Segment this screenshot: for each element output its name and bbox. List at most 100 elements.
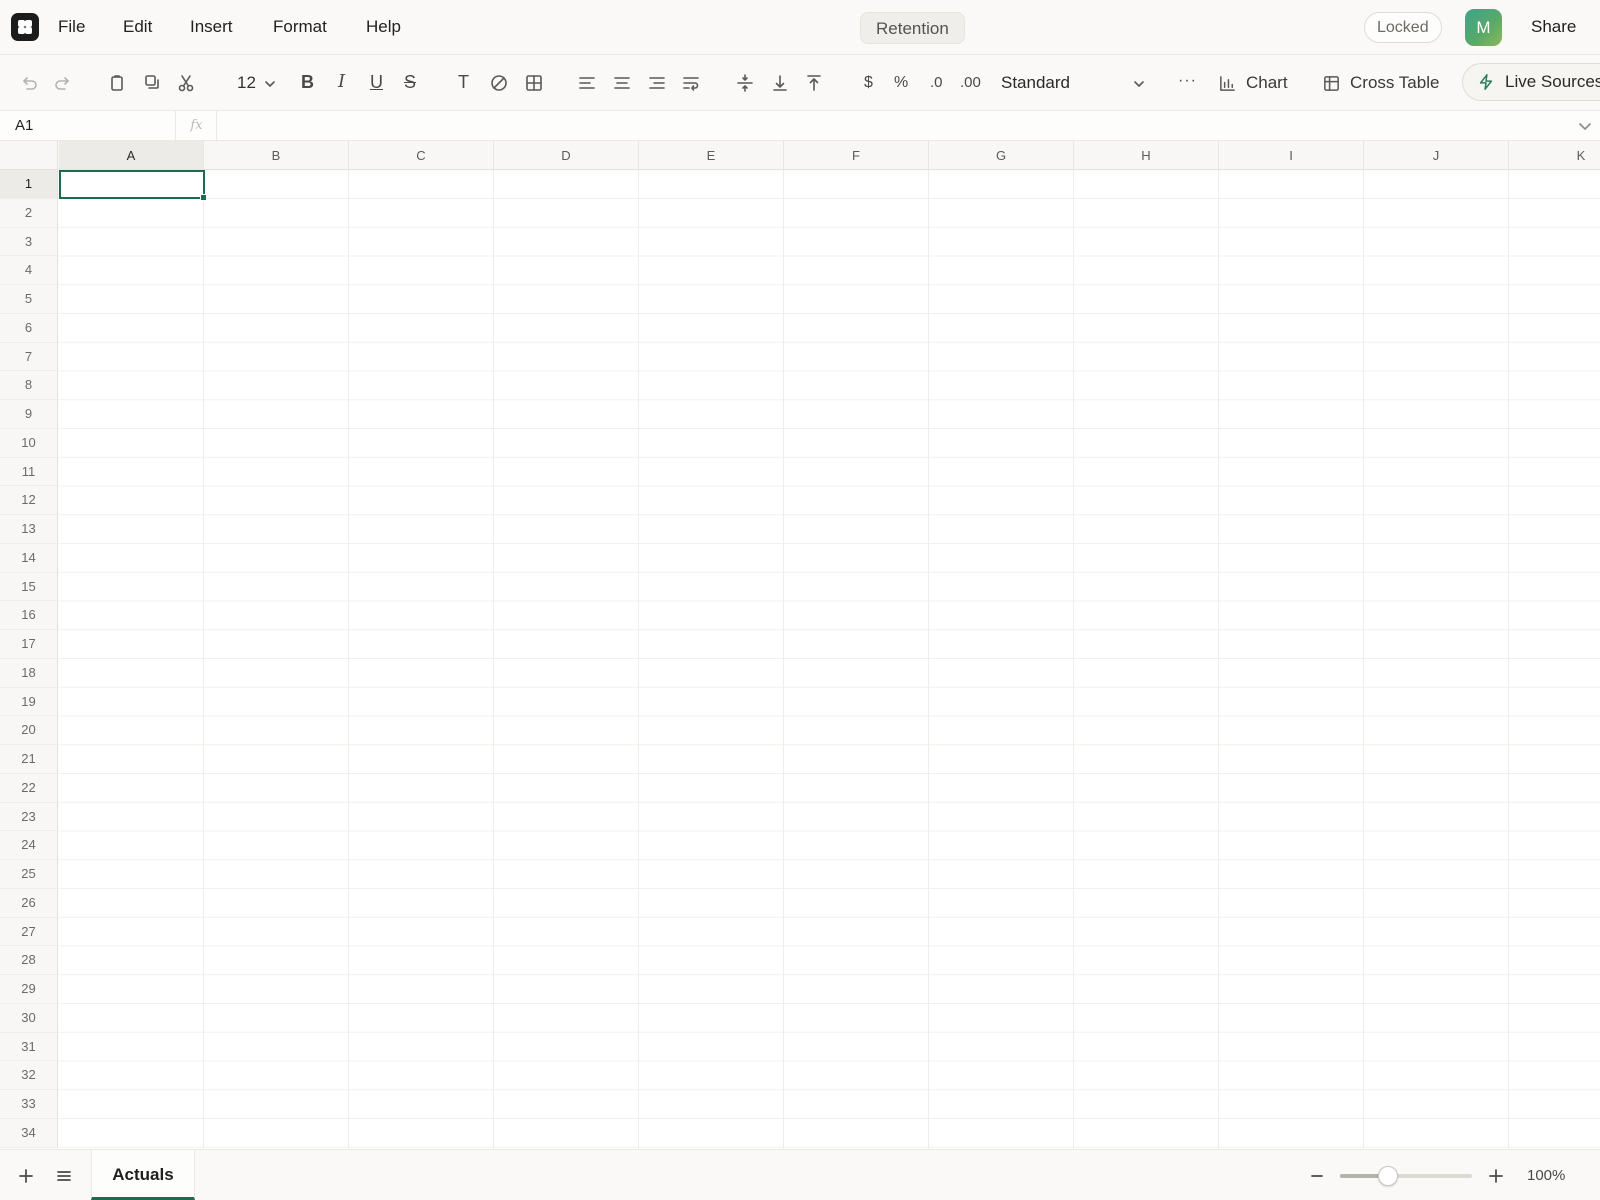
align-center-icon[interactable] (608, 69, 636, 97)
row-header-19[interactable]: 19 (0, 688, 57, 717)
row-header-10[interactable]: 10 (0, 429, 57, 458)
menu-edit[interactable]: Edit (123, 17, 152, 37)
formula-input[interactable] (218, 111, 1558, 140)
wrap-icon[interactable] (677, 69, 705, 97)
row-header-18[interactable]: 18 (0, 659, 57, 688)
row-header-1[interactable]: 1 (0, 170, 57, 199)
cell-reference-box[interactable]: A1 (0, 111, 176, 140)
row-header-20[interactable]: 20 (0, 716, 57, 745)
row-header-6[interactable]: 6 (0, 314, 57, 343)
select-all-corner[interactable] (0, 141, 58, 169)
column-header-f[interactable]: F (784, 141, 929, 169)
plus-icon[interactable] (15, 1165, 37, 1187)
minus-icon[interactable] (1306, 1165, 1328, 1187)
row-header-12[interactable]: 12 (0, 486, 57, 515)
zoom-slider[interactable] (1340, 1174, 1472, 1178)
row-header-32[interactable]: 32 (0, 1061, 57, 1090)
valign-bottom-icon[interactable] (766, 69, 794, 97)
cell-area[interactable] (59, 170, 1600, 1149)
valign-middle-icon[interactable] (731, 69, 759, 97)
column-header-k[interactable]: K (1509, 141, 1600, 169)
row-header-7[interactable]: 7 (0, 343, 57, 372)
row-header-30[interactable]: 30 (0, 1004, 57, 1033)
column-header-h[interactable]: H (1074, 141, 1219, 169)
menu-format[interactable]: Format (273, 17, 327, 37)
row-header-25[interactable]: 25 (0, 860, 57, 889)
zoom-level[interactable]: 100% (1527, 1167, 1565, 1185)
row-header-31[interactable]: 31 (0, 1033, 57, 1062)
row-header-21[interactable]: 21 (0, 745, 57, 774)
underline-button[interactable]: U (370, 71, 383, 93)
menu-icon[interactable] (53, 1165, 75, 1187)
row-header-22[interactable]: 22 (0, 774, 57, 803)
column-header-j[interactable]: J (1364, 141, 1509, 169)
row-header-17[interactable]: 17 (0, 630, 57, 659)
strikethrough-button[interactable]: S (404, 71, 416, 93)
locked-badge[interactable]: Locked (1364, 12, 1442, 43)
increase-decimals-button[interactable]: .00 (960, 74, 981, 92)
row-header-9[interactable]: 9 (0, 400, 57, 429)
menu-insert[interactable]: Insert (190, 17, 233, 37)
chevron-down-icon[interactable] (1578, 119, 1592, 133)
row-header-16[interactable]: 16 (0, 601, 57, 630)
currency-format-button[interactable]: $ (864, 74, 873, 92)
column-header-c[interactable]: C (349, 141, 494, 169)
column-header-e[interactable]: E (639, 141, 784, 169)
bold-button[interactable]: B (301, 71, 314, 93)
chevron-down-icon[interactable] (264, 77, 276, 89)
row-header-34[interactable]: 34 (0, 1119, 57, 1148)
share-button[interactable]: Share (1531, 17, 1576, 37)
clear-icon[interactable] (485, 69, 513, 97)
row-header-24[interactable]: 24 (0, 831, 57, 860)
row-header-8[interactable]: 8 (0, 371, 57, 400)
row-header-4[interactable]: 4 (0, 256, 57, 285)
chevron-down-icon[interactable] (1133, 77, 1145, 89)
paste-icon[interactable] (103, 69, 131, 97)
sheet-tab-actuals[interactable]: Actuals (91, 1150, 195, 1200)
row-header-5[interactable]: 5 (0, 285, 57, 314)
row-header-3[interactable]: 3 (0, 228, 57, 257)
italic-button[interactable]: I (338, 71, 345, 93)
avatar[interactable]: M (1465, 9, 1502, 46)
app-logo-icon[interactable] (11, 13, 39, 41)
row-header-27[interactable]: 27 (0, 918, 57, 947)
menu-help[interactable]: Help (366, 17, 401, 37)
text-format-button[interactable]: T (458, 71, 469, 93)
row-header-14[interactable]: 14 (0, 544, 57, 573)
row-header-11[interactable]: 11 (0, 458, 57, 487)
decrease-decimals-button[interactable]: .0 (930, 74, 943, 92)
row-header-28[interactable]: 28 (0, 946, 57, 975)
column-header-a[interactable]: A (59, 141, 204, 169)
selected-cell[interactable] (59, 170, 205, 199)
row-header-26[interactable]: 26 (0, 889, 57, 918)
column-header-i[interactable]: I (1219, 141, 1364, 169)
row-header-23[interactable]: 23 (0, 803, 57, 832)
cross-table-button[interactable]: Cross Table (1322, 69, 1439, 97)
menu-file[interactable]: File (58, 17, 85, 37)
row-header-29[interactable]: 29 (0, 975, 57, 1004)
row-header-2[interactable]: 2 (0, 199, 57, 228)
row-header-13[interactable]: 13 (0, 515, 57, 544)
number-format-select[interactable]: Standard (1001, 73, 1070, 93)
valign-top-icon[interactable] (800, 69, 828, 97)
column-header-b[interactable]: B (204, 141, 349, 169)
zoom-slider-thumb[interactable] (1378, 1166, 1398, 1186)
font-size-select[interactable]: 12 (237, 73, 256, 93)
column-header-g[interactable]: G (929, 141, 1074, 169)
redo-icon[interactable] (50, 69, 78, 97)
live-sources-button[interactable]: Live Sources (1462, 63, 1600, 101)
more-options-button[interactable]: ··· (1178, 72, 1197, 90)
percent-format-button[interactable]: % (894, 74, 908, 92)
row-header-33[interactable]: 33 (0, 1090, 57, 1119)
row-header-15[interactable]: 15 (0, 573, 57, 602)
undo-icon[interactable] (14, 69, 42, 97)
document-title[interactable]: Retention (860, 12, 965, 44)
chart-button[interactable]: Chart (1218, 69, 1288, 97)
fill-handle[interactable] (200, 194, 207, 201)
cut-icon[interactable] (172, 69, 200, 97)
column-header-d[interactable]: D (494, 141, 639, 169)
borders-icon[interactable] (520, 69, 548, 97)
align-right-icon[interactable] (643, 69, 671, 97)
align-left-icon[interactable] (573, 69, 601, 97)
plus-icon[interactable] (1485, 1165, 1507, 1187)
